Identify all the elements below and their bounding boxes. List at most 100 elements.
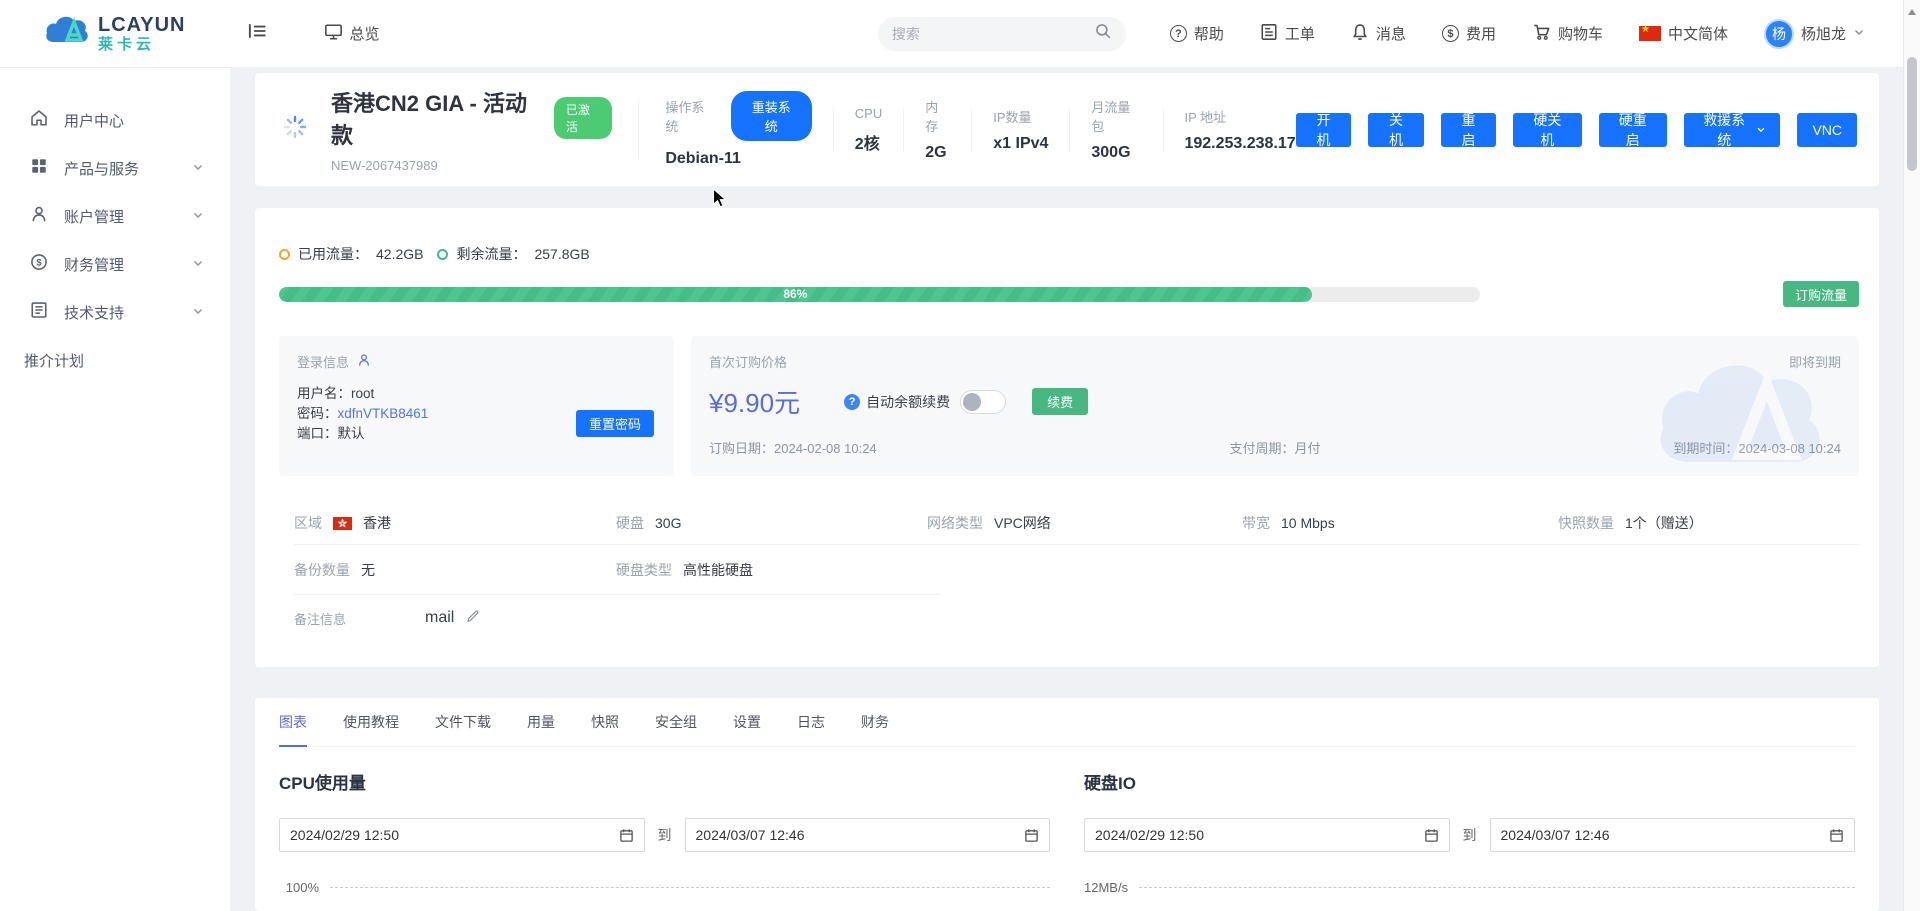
toggle-knob [963,393,981,411]
tab-usage[interactable]: 用量 [527,712,555,746]
tab-settings[interactable]: 设置 [733,712,761,746]
username-label: 用户名： [297,386,351,401]
sidebar-item-products[interactable]: 产品与服务 [0,144,230,192]
spec-label: CPU [855,106,882,121]
detail-region: 区域 香港 [294,513,616,533]
divider [638,101,639,159]
dollar-icon: $ [1442,25,1459,42]
tab-logs[interactable]: 日志 [797,712,825,746]
scrollbar-thumb[interactable] [1907,57,1917,171]
document-icon [30,301,48,323]
detail-value: 10 Mbps [1281,515,1335,531]
scrollbar-up-arrow[interactable] [1908,5,1916,15]
spec-label: IP 地址 [1184,107,1295,126]
username-value: root [351,386,374,401]
detail-value: 香港 [363,513,391,533]
tabs-card: 图表 使用教程 文件下载 用量 快照 安全组 设置 日志 财务 CPU使用量 2… [255,698,1879,911]
reboot-button[interactable]: 重启 [1441,113,1497,147]
tab-security-group[interactable]: 安全组 [655,712,697,746]
tab-snapshots[interactable]: 快照 [591,712,619,746]
spec-cpu: CPU 2核 [855,106,882,154]
home-icon [30,109,48,131]
expire-time: 到期时间：2024-03-08 10:24 [1673,438,1841,457]
password-value[interactable]: xdfnVTKB8461 [338,406,429,421]
power-on-button[interactable]: 开机 [1296,113,1352,147]
tab-charts[interactable]: 图表 [279,712,307,747]
user-menu[interactable]: 杨 杨旭龙 [1764,19,1865,49]
nav-help[interactable]: ? 帮助 [1170,23,1224,44]
sidebar-item-referral[interactable]: 推介计划 [0,350,230,371]
disk-chart-top-gridline: 12MB/s [1084,880,1855,895]
tab-tutorials[interactable]: 使用教程 [343,712,399,746]
help-icon: ? [1170,25,1187,42]
spec-value: 192.253.238.17 [1184,135,1295,153]
sidebar-item-support[interactable]: 技术支持 [0,288,230,336]
auto-renew-toggle[interactable] [960,390,1006,414]
tab-billing[interactable]: 财务 [861,712,889,746]
page-scrollbar[interactable] [1903,0,1920,911]
server-title: 香港CN2 GIA - 活动款 [331,86,540,150]
detail-snapshot: 快照数量 1个（赠送） [1558,513,1859,533]
sidebar: 用户中心 产品与服务 账户管理 $ 财务管理 技术支持 推介计划 [0,68,230,911]
search-box[interactable] [878,17,1126,51]
vnc-button[interactable]: VNC [1797,113,1857,147]
password-label: 密码： [297,406,338,421]
bell-icon [1351,23,1369,45]
date-from-value: 2024/02/29 12:50 [290,827,399,843]
sidebar-item-label: 财务管理 [64,254,124,275]
nav-cost[interactable]: $ 费用 [1442,23,1496,44]
sidebar-item-account[interactable]: 账户管理 [0,192,230,240]
question-circle-icon[interactable]: ? [844,394,860,410]
date-from-value: 2024/02/29 12:50 [1095,827,1204,843]
nav-message[interactable]: 消息 [1351,23,1406,45]
search-icon[interactable] [1094,22,1112,45]
disk-date-to-input[interactable]: 2024/03/07 12:46 [1490,818,1856,852]
tab-downloads[interactable]: 文件下载 [435,712,491,746]
brand-logo[interactable]: LCAYUN 莱卡云 [44,14,186,53]
sidebar-item-label: 技术支持 [64,302,124,323]
detail-label: 带宽 [1242,513,1270,533]
price-value: ¥9.90元 [709,383,800,420]
order-date: 订购日期：2024-02-08 10:24 [709,438,877,457]
hard-reboot-button[interactable]: 硬重启 [1599,113,1667,147]
search-input[interactable] [892,26,1094,42]
reinstall-os-button[interactable]: 重装系统 [731,91,812,141]
person-icon [357,353,371,370]
sidebar-item-label: 用户中心 [64,110,124,131]
nav-overview[interactable]: 总览 [324,23,380,45]
pay-cycle-value: 月付 [1295,441,1321,456]
spec-memory: 内存 2G [925,97,950,162]
detail-value: VPC网络 [994,513,1051,533]
remaining-traffic-label: 剩余流量： [456,244,526,264]
spec-label: 月流量包 [1091,97,1141,135]
spec-label: 内存 [925,97,950,135]
shutdown-button[interactable]: 关机 [1368,113,1424,147]
cpu-date-to-input[interactable]: 2024/03/07 12:46 [685,818,1051,852]
dollar-circle-icon: $ [30,253,48,275]
used-traffic-value: 42.2GB [376,246,423,262]
language-selector[interactable]: ★ 中文简体 [1639,23,1728,44]
hard-shutdown-button[interactable]: 硬关机 [1513,113,1581,147]
disk-date-from-input[interactable]: 2024/02/29 12:50 [1084,818,1450,852]
chevron-down-icon [1756,124,1766,135]
nav-cart[interactable]: 购物车 [1532,23,1603,45]
sidebar-item-finance[interactable]: $ 财务管理 [0,240,230,288]
edit-pencil-icon[interactable] [466,609,480,628]
avatar: 杨 [1764,19,1794,49]
cart-icon [1532,23,1551,45]
order-traffic-button[interactable]: 订购流量 [1783,281,1859,307]
auto-renew-label: 自动余额续费 [866,392,950,412]
pay-cycle-label: 支付周期： [1229,441,1294,456]
renew-button[interactable]: 续费 [1032,388,1088,415]
traffic-progress-bar: 86% [279,287,1480,302]
grid-icon [30,157,48,179]
rescue-system-button[interactable]: 救援系统 [1684,113,1781,147]
sidebar-item-user-center[interactable]: 用户中心 [0,96,230,144]
sidebar-item-label: 推介计划 [24,353,84,370]
monitor-icon [324,23,343,45]
cpu-date-from-input[interactable]: 2024/02/29 12:50 [279,818,645,852]
nav-ticket[interactable]: 工单 [1260,23,1315,45]
sidebar-collapse-icon[interactable] [246,20,268,47]
spec-value: 300G [1091,144,1141,162]
reset-password-button[interactable]: 重置密码 [576,410,654,437]
